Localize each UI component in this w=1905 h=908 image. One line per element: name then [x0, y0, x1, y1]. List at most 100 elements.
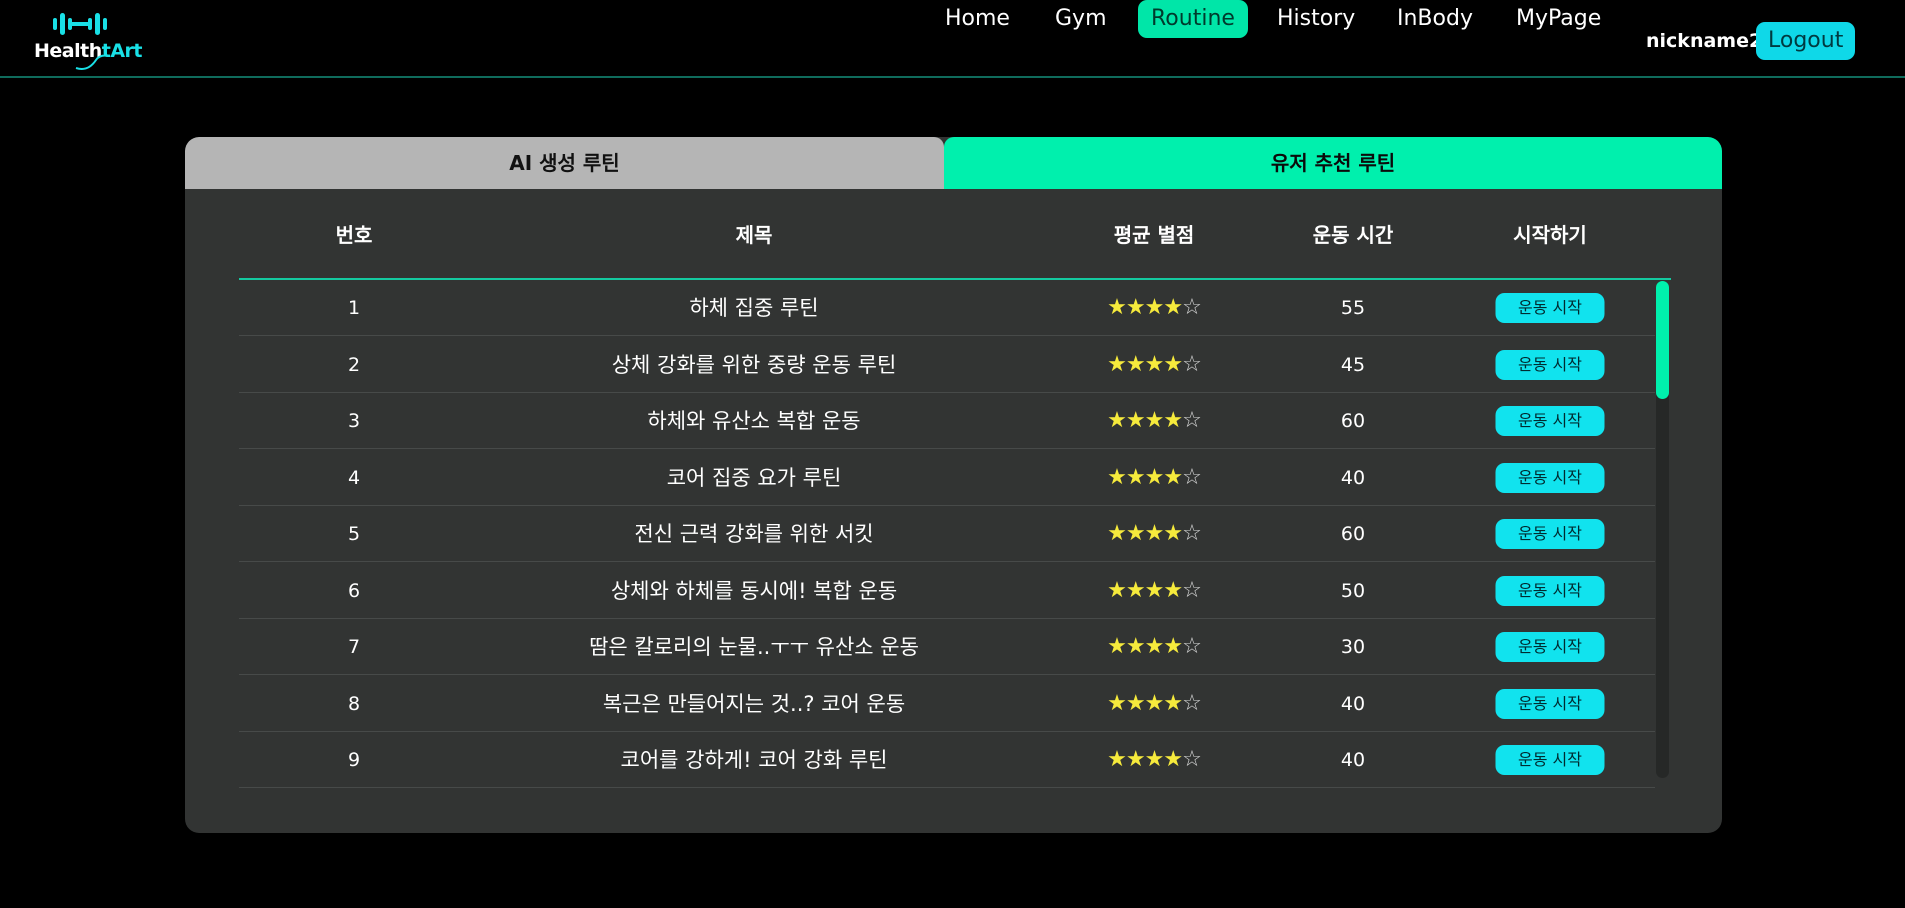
nav-history[interactable]: History — [1277, 0, 1355, 38]
nav-routine[interactable]: Routine — [1138, 0, 1248, 38]
start-workout-button[interactable]: 운동 시작 — [1495, 462, 1605, 493]
star-rating: ★★★★☆ — [1107, 676, 1202, 732]
routine-duration: 30 — [1340, 636, 1366, 658]
star-filled-icon: ★ — [1144, 408, 1165, 433]
star-rating: ★★★★☆ — [1107, 450, 1202, 506]
star-filled-icon: ★ — [1125, 408, 1146, 433]
nav-gym[interactable]: Gym — [1055, 0, 1107, 38]
star-filled-icon: ★ — [1163, 521, 1183, 546]
star-filled-icon: ★ — [1125, 747, 1146, 772]
star-filled-icon: ★ — [1144, 634, 1165, 659]
start-workout-button[interactable]: 운동 시작 — [1495, 745, 1605, 775]
header-start: 시작하기 — [1513, 223, 1587, 247]
start-workout-button[interactable]: 운동 시작 — [1495, 349, 1605, 380]
table-row: 8 복근은 만들어지는 것..? 코어 운동 ★★★★☆ 40 운동 시작 — [239, 676, 1655, 732]
routine-duration: 60 — [1340, 410, 1366, 432]
start-workout-button[interactable]: 운동 시작 — [1495, 688, 1605, 719]
star-filled-icon: ★ — [1125, 690, 1146, 716]
header-rating: 평균 별점 — [1113, 223, 1195, 247]
top-navigation-bar: HealthtArt Home Gym Routine History InBo… — [0, 0, 1905, 78]
routine-title[interactable]: 하체와 유산소 복합 운동 — [647, 393, 860, 449]
routine-duration: 50 — [1340, 579, 1366, 602]
star-filled-icon: ★ — [1144, 521, 1165, 546]
star-filled-icon: ★ — [1163, 408, 1183, 433]
tab-user-recommended-routine[interactable]: 유저 추천 루틴 — [944, 137, 1722, 189]
start-workout-button[interactable]: 운동 시작 — [1495, 632, 1605, 662]
star-filled-icon: ★ — [1107, 464, 1127, 490]
start-workout-button[interactable]: 운동 시작 — [1495, 406, 1605, 436]
star-filled-icon: ★ — [1163, 295, 1183, 320]
table-row: 3 하체와 유산소 복합 운동 ★★★★☆ 60 운동 시작 — [239, 393, 1655, 449]
routine-duration: 40 — [1340, 692, 1366, 715]
star-filled-icon: ★ — [1107, 295, 1127, 320]
star-rating: ★★★★☆ — [1107, 280, 1202, 336]
star-empty-icon: ☆ — [1182, 408, 1202, 433]
star-filled-icon: ★ — [1163, 577, 1183, 603]
table-row: 5 전신 근력 강화를 위한 서킷 ★★★★☆ 60 운동 시작 — [239, 506, 1655, 562]
star-filled-icon: ★ — [1125, 295, 1146, 320]
star-filled-icon: ★ — [1144, 577, 1165, 603]
table-row: 6 상체와 하체를 동시에! 복합 운동 ★★★★☆ 50 운동 시작 — [239, 563, 1655, 619]
dumbbell-icon — [53, 13, 107, 35]
routine-title[interactable]: 하체 집중 루틴 — [689, 280, 818, 336]
nav-mypage[interactable]: MyPage — [1516, 0, 1601, 38]
star-filled-icon: ★ — [1107, 351, 1127, 377]
routine-title[interactable]: 전신 근력 강화를 위한 서킷 — [634, 506, 873, 562]
routine-title[interactable]: 상체 강화를 위한 중량 운동 루틴 — [612, 337, 897, 393]
start-workout-button[interactable]: 운동 시작 — [1495, 519, 1605, 549]
routine-number: 3 — [347, 410, 361, 432]
routine-tabs: AI 생성 루틴 유저 추천 루틴 — [185, 137, 1722, 189]
star-filled-icon: ★ — [1107, 577, 1127, 603]
routine-number: 6 — [347, 579, 361, 602]
healthart-logo[interactable]: HealthtArt — [34, 10, 142, 70]
star-filled-icon: ★ — [1125, 521, 1146, 546]
star-filled-icon: ★ — [1144, 295, 1165, 320]
routine-title[interactable]: 코어를 강하게! 코어 강화 루틴 — [621, 732, 888, 788]
routine-duration: 40 — [1340, 466, 1366, 489]
star-filled-icon: ★ — [1107, 521, 1127, 546]
star-filled-icon: ★ — [1125, 464, 1146, 490]
logo-swoosh-icon — [75, 54, 111, 70]
routine-number: 1 — [347, 297, 361, 319]
routine-list: 1 하체 집중 루틴 ★★★★☆ 55 운동 시작 2 상체 강화를 위한 중량 운동 루틴… — [239, 280, 1655, 833]
header-number: 번호 — [335, 223, 373, 247]
table-row: 9 코어를 강하게! 코어 강화 루틴 ★★★★☆ 40 운동 시작 — [239, 732, 1655, 788]
star-filled-icon: ★ — [1107, 747, 1127, 772]
star-empty-icon: ☆ — [1182, 521, 1202, 546]
star-empty-icon: ☆ — [1182, 295, 1202, 320]
routine-title[interactable]: 복근은 만들어지는 것..? 코어 운동 — [603, 676, 905, 732]
nav-home[interactable]: Home — [945, 0, 1010, 38]
routine-duration: 60 — [1340, 523, 1366, 545]
start-workout-button[interactable]: 운동 시작 — [1495, 575, 1605, 606]
nav-inbody[interactable]: InBody — [1397, 0, 1473, 38]
star-filled-icon: ★ — [1107, 690, 1127, 716]
star-rating: ★★★★☆ — [1107, 563, 1202, 619]
star-empty-icon: ☆ — [1182, 690, 1202, 716]
star-filled-icon: ★ — [1144, 747, 1165, 772]
star-empty-icon: ☆ — [1182, 464, 1202, 490]
table-row: 7 땀은 칼로리의 눈물..ㅜㅜ 유산소 운동 ★★★★☆ 30 운동 시작 — [239, 619, 1655, 675]
star-rating: ★★★★☆ — [1107, 506, 1202, 562]
routine-title[interactable]: 땀은 칼로리의 눈물..ㅜㅜ 유산소 운동 — [589, 619, 919, 675]
star-filled-icon: ★ — [1107, 408, 1127, 433]
star-filled-icon: ★ — [1125, 577, 1146, 603]
header-duration: 운동 시간 — [1312, 223, 1394, 247]
star-filled-icon: ★ — [1163, 690, 1183, 716]
scrollbar-thumb[interactable] — [1656, 281, 1669, 399]
star-empty-icon: ☆ — [1182, 577, 1202, 603]
start-workout-button[interactable]: 운동 시작 — [1495, 293, 1605, 323]
logout-button[interactable]: Logout — [1756, 22, 1856, 60]
routine-number: 9 — [347, 749, 361, 771]
star-filled-icon: ★ — [1144, 464, 1165, 490]
routine-number: 8 — [347, 692, 361, 715]
tab-ai-routine[interactable]: AI 생성 루틴 — [185, 137, 944, 189]
routine-title[interactable]: 상체와 하체를 동시에! 복합 운동 — [611, 563, 897, 619]
star-filled-icon: ★ — [1125, 351, 1146, 377]
star-filled-icon: ★ — [1107, 634, 1127, 659]
star-empty-icon: ☆ — [1182, 747, 1202, 772]
routine-title[interactable]: 코어 집중 요가 루틴 — [667, 450, 842, 506]
star-filled-icon: ★ — [1163, 634, 1183, 659]
star-filled-icon: ★ — [1163, 464, 1183, 490]
routine-duration: 40 — [1340, 749, 1366, 771]
star-rating: ★★★★☆ — [1107, 337, 1202, 393]
